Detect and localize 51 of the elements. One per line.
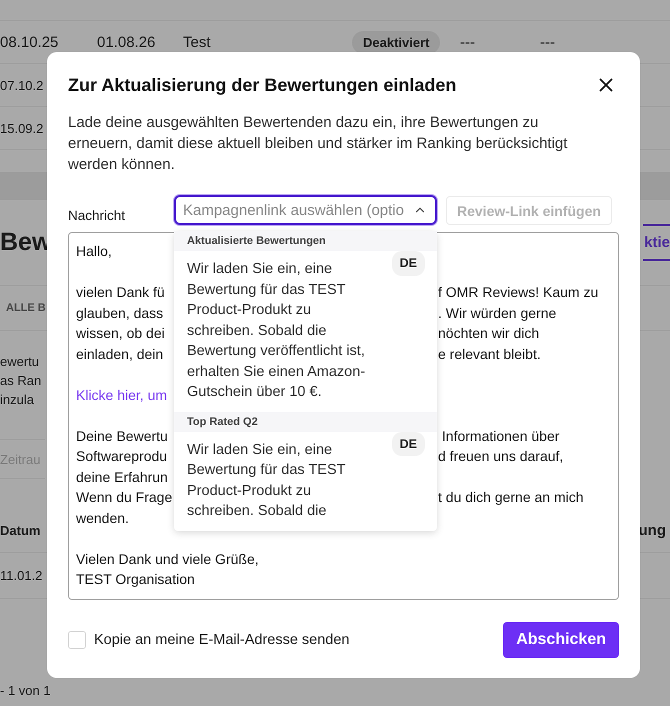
table-cell: Test bbox=[183, 34, 211, 50]
status-badge: Deaktiviert bbox=[352, 30, 440, 54]
message-text: glauben, dass bbox=[76, 304, 164, 323]
message-text: TEST Organisation bbox=[76, 570, 195, 589]
message-text: Hallo, bbox=[76, 242, 112, 261]
action-button[interactable]: ktie bbox=[643, 224, 670, 261]
message-text: nöchten wir dich bbox=[438, 324, 540, 343]
message-text: wissen, ob dei bbox=[76, 324, 165, 343]
table-cell: --- bbox=[460, 34, 475, 50]
message-text: Vielen Dank und viele Grüße, bbox=[76, 550, 259, 568]
message-text: Softwareprodu bbox=[76, 447, 168, 466]
submit-button[interactable]: Abschicken bbox=[503, 622, 619, 658]
language-badge: DE bbox=[392, 432, 425, 456]
dropdown-option[interactable]: Wir laden Sie ein, eine Bewertung für das TEST Product-Produkt zu schreiben. Sobald die DE bbox=[174, 432, 437, 530]
message-link[interactable]: Klicke hier, um bbox=[76, 384, 174, 405]
group-header: Top Rated Q2 bbox=[174, 412, 437, 432]
message-text: Deine Bewertu bbox=[76, 426, 168, 446]
table-cell: 01.08.26 bbox=[97, 34, 156, 50]
message-text: f OMR Reviews! Kaum zu bbox=[438, 283, 598, 302]
message-text: wenden. bbox=[76, 508, 129, 528]
message-text: . Wir würden gerne bbox=[438, 304, 556, 323]
field-label: Nachricht bbox=[68, 208, 126, 225]
table-cell: 07.10.2 bbox=[0, 78, 44, 92]
dialog-title: Zur Aktualisierung der Bewertungen einladen bbox=[68, 74, 456, 96]
text-line: inzula bbox=[0, 391, 34, 409]
language-badge: DE bbox=[392, 251, 425, 276]
column-header: Datum bbox=[0, 523, 40, 538]
message-text: deine Erfahrun bbox=[76, 468, 168, 486]
table-cell: 15.09.2 bbox=[0, 120, 44, 136]
campaign-select[interactable]: Kampagnenlink auswählen (optio bbox=[174, 195, 437, 225]
message-field[interactable] bbox=[68, 232, 619, 600]
dialog-description: Lade deine ausgewählten Bewertenden dazu ein, ihre Bewertungen zu erneuern, damit diese aktuell bleiben und stärker im Ranking berücksichtigt werden können. bbox=[68, 113, 568, 175]
pagination-text: - 1 von 1 bbox=[0, 683, 51, 698]
message-text: Informationen über bbox=[440, 426, 560, 446]
text-line: as Ran bbox=[0, 372, 42, 390]
table-cell: --- bbox=[540, 34, 555, 50]
table-cell: 11.01.2 bbox=[0, 568, 42, 583]
message-text: einladen, dein bbox=[76, 344, 164, 364]
dropdown-option[interactable]: Wir laden Sie ein, eine Bewertung für das TEST Product-Produkt zu schreiben. Sobald die Bewertung veröffentlicht ist, erhalten Sie einen Amazon-Gutschein über 10 €. DE bbox=[174, 251, 437, 412]
group-header: Aktualisierte Bewertungen bbox=[174, 231, 437, 251]
checkbox-label: Kopie an meine E-Mail-Adresse senden bbox=[94, 632, 350, 648]
message-text: d freuen uns darauf, bbox=[438, 447, 564, 466]
filter-tab[interactable]: ALLE B bbox=[6, 302, 46, 314]
message-text: vielen Dank fü bbox=[76, 283, 165, 302]
message-text: e relevant bleibt. bbox=[438, 344, 541, 364]
message-text: Wenn du Frage bbox=[76, 488, 172, 507]
message-text: t du dich gerne an mich bbox=[438, 488, 584, 507]
copy-checkbox[interactable] bbox=[68, 631, 86, 649]
text-line: ewertu bbox=[0, 353, 40, 371]
table-cell: 08.10.25 bbox=[0, 34, 58, 50]
column-header: ung bbox=[638, 522, 666, 539]
